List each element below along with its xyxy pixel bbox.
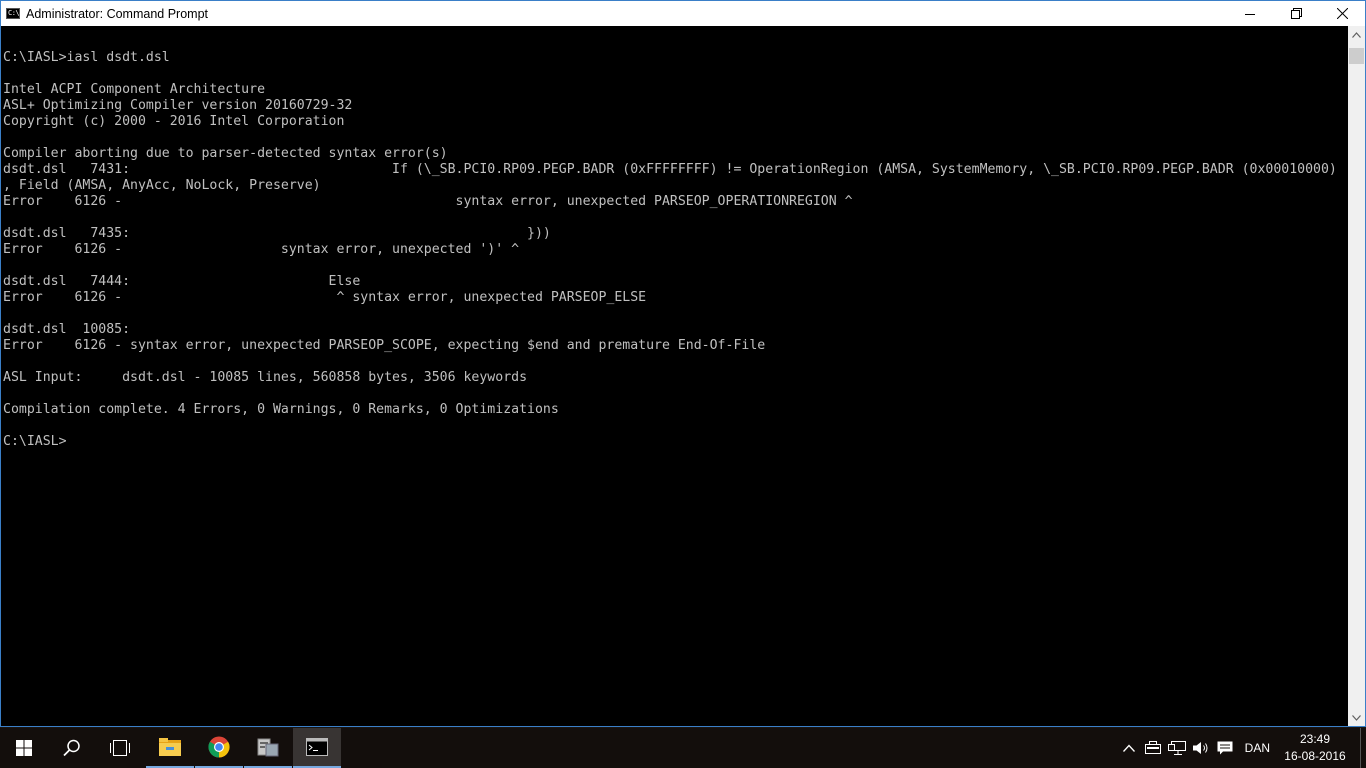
console-line: dsdt.dsl 7431: If (\_SB.PCI0.RP09.PEGP.B… bbox=[3, 162, 1337, 177]
console-line: , Field (AMSA, AnyAcc, NoLock, Preserve) bbox=[3, 178, 321, 193]
console-text: C:\IASL>iasl dsdt.dsl Intel ACPI Compone… bbox=[3, 34, 1337, 450]
scroll-up-button[interactable] bbox=[1348, 26, 1365, 43]
restore-button[interactable] bbox=[1273, 1, 1319, 26]
volume-icon bbox=[1192, 742, 1208, 754]
tray-overflow-button[interactable] bbox=[1117, 728, 1141, 768]
console-output-area[interactable]: C:\IASL>iasl dsdt.dsl Intel ACPI Compone… bbox=[1, 26, 1348, 726]
restore-icon bbox=[1290, 8, 1302, 19]
close-icon bbox=[1336, 8, 1348, 19]
tray-device-button[interactable] bbox=[1141, 728, 1165, 768]
title-bar[interactable]: C:\ Administrator: Command Prompt bbox=[1, 1, 1365, 26]
chevron-up-icon bbox=[1122, 744, 1135, 752]
console-line: C:\IASL>iasl dsdt.dsl bbox=[3, 50, 170, 65]
console-line: Intel ACPI Component Architecture bbox=[3, 82, 266, 97]
console-line: dsdt.dsl 7444: Else bbox=[3, 274, 361, 289]
clock[interactable]: 23:49 16-08-2016 bbox=[1280, 731, 1350, 765]
task-view-button[interactable] bbox=[96, 728, 144, 768]
taskbar-command-prompt[interactable] bbox=[293, 728, 341, 768]
minimize-button[interactable] bbox=[1227, 1, 1273, 26]
console-line: C:\IASL> bbox=[3, 434, 67, 449]
console-line: Error 6126 - syntax error, unexpected PA… bbox=[3, 338, 766, 353]
folder-icon bbox=[159, 738, 181, 756]
clock-date: 16-08-2016 bbox=[1284, 749, 1346, 763]
cmd-window-icon[interactable]: C:\ bbox=[6, 8, 20, 19]
console-line: dsdt.dsl 10085: bbox=[3, 322, 131, 337]
chevron-up-icon bbox=[1352, 31, 1361, 38]
chevron-down-icon bbox=[1352, 714, 1361, 721]
taskbar: DAN 23:49 16-08-2016 bbox=[0, 728, 1366, 768]
taskbar-file-explorer[interactable] bbox=[146, 728, 194, 768]
start-button[interactable] bbox=[0, 728, 48, 768]
console-line: ASL Input: dsdt.dsl - 10085 lines, 56085… bbox=[3, 370, 528, 385]
window-title: Administrator: Command Prompt bbox=[26, 6, 209, 21]
show-desktop-button[interactable] bbox=[1360, 728, 1366, 768]
network-icon bbox=[1167, 741, 1186, 755]
console-line: Copyright (c) 2000 - 2016 Intel Corporat… bbox=[3, 114, 345, 129]
console-line: dsdt.dsl 7435: })) bbox=[3, 226, 551, 241]
taskbar-app[interactable] bbox=[244, 728, 292, 768]
device-icon bbox=[1144, 741, 1161, 754]
vertical-scrollbar[interactable] bbox=[1348, 26, 1365, 726]
scroll-thumb[interactable] bbox=[1349, 48, 1364, 64]
console-line: Error 6126 - ^ syntax error, unexpected … bbox=[3, 290, 647, 305]
taskbar-chrome[interactable] bbox=[195, 728, 243, 768]
search-button[interactable] bbox=[48, 728, 96, 768]
console-line: ASL+ Optimizing Compiler version 2016072… bbox=[3, 98, 353, 113]
tray-notification-button[interactable] bbox=[1213, 728, 1237, 768]
clock-time: 23:49 bbox=[1299, 732, 1331, 746]
console-line: Compilation complete. 4 Errors, 0 Warnin… bbox=[3, 402, 559, 417]
console-line: Compiler aborting due to parser-detected… bbox=[3, 146, 448, 161]
minimize-icon bbox=[1245, 13, 1255, 15]
message-icon bbox=[1217, 741, 1233, 755]
tray-network-button[interactable] bbox=[1165, 728, 1189, 768]
windows-logo-icon bbox=[16, 740, 32, 756]
close-button[interactable] bbox=[1319, 1, 1365, 26]
input-language-indicator[interactable]: DAN bbox=[1245, 741, 1270, 755]
task-view-icon bbox=[110, 740, 130, 756]
app-icon bbox=[257, 738, 279, 757]
scroll-down-button[interactable] bbox=[1348, 709, 1365, 726]
cmd-icon bbox=[306, 738, 328, 756]
console-line: Error 6126 - syntax error, unexpected ')… bbox=[3, 242, 520, 257]
console-line: Error 6126 - syntax error, unexpected PA… bbox=[3, 194, 853, 209]
system-tray: DAN 23:49 16-08-2016 bbox=[1117, 728, 1366, 768]
chrome-icon bbox=[208, 736, 230, 758]
command-prompt-window[interactable]: C:\ Administrator: Command Prompt C:\IAS… bbox=[0, 0, 1366, 727]
tray-volume-button[interactable] bbox=[1189, 728, 1213, 768]
search-icon bbox=[63, 739, 80, 757]
